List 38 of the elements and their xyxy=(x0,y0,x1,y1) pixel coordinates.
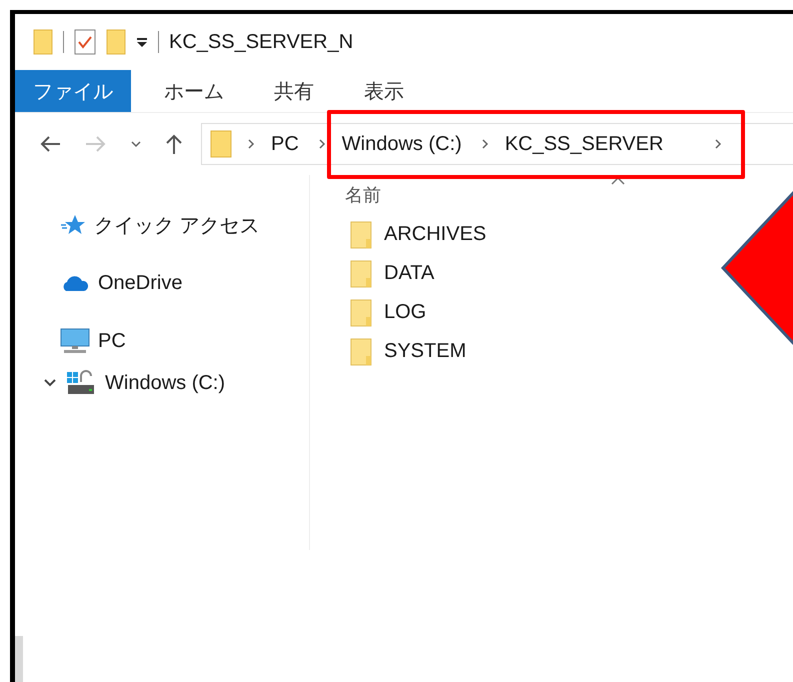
ribbon-tab[interactable]: ホーム xyxy=(139,70,249,112)
drive-icon xyxy=(65,370,97,396)
up-arrow-icon[interactable] xyxy=(165,133,183,155)
folder-icon xyxy=(350,298,372,326)
address-bar[interactable]: PC Windows (C:) KC_SS_SERVER xyxy=(201,123,793,165)
nav-item[interactable]: クイック アクセス xyxy=(94,212,260,238)
folder-icon xyxy=(350,260,372,288)
chevron-right-icon[interactable] xyxy=(482,139,489,149)
breadcrumb[interactable]: Windows (C:) xyxy=(342,132,462,156)
folder-name[interactable]: DATA xyxy=(384,262,434,285)
ribbon-tab[interactable]: 表示 xyxy=(339,70,429,112)
folder-icon xyxy=(350,338,372,366)
checklist-icon[interactable] xyxy=(74,29,96,55)
column-header[interactable]: 名前 xyxy=(345,183,381,207)
chevron-down-icon[interactable] xyxy=(131,140,141,148)
ribbon-tab[interactable]: 共有 xyxy=(249,70,339,112)
back-arrow-icon[interactable] xyxy=(39,135,61,153)
chevron-down-icon[interactable] xyxy=(43,378,57,388)
folder-icon xyxy=(210,130,232,158)
breadcrumb[interactable]: KC_SS_SERVER xyxy=(504,132,664,156)
nav-item[interactable]: PC xyxy=(98,330,126,352)
folder-icon xyxy=(350,220,372,248)
breadcrumb[interactable]: PC xyxy=(271,132,299,156)
sort-caret-icon xyxy=(611,177,625,185)
dropdown-icon[interactable] xyxy=(136,36,148,48)
folder-name[interactable]: ARCHIVES xyxy=(384,223,486,246)
nav-item[interactable]: Windows (C:) xyxy=(105,372,226,394)
folder-name[interactable]: SYSTEM xyxy=(384,340,466,363)
chevron-right-icon[interactable] xyxy=(318,139,326,149)
star-icon xyxy=(60,214,86,236)
chevron-right-icon[interactable] xyxy=(248,139,255,149)
chevron-right-icon[interactable] xyxy=(715,139,722,149)
monitor-icon xyxy=(60,328,90,354)
nav-item[interactable]: OneDrive xyxy=(98,272,182,294)
scrollbar-thumb[interactable] xyxy=(15,636,23,682)
ribbon-tab[interactable]: ファイル xyxy=(15,70,131,112)
folder-name[interactable]: LOG xyxy=(384,301,426,324)
window-title: KC_SS_SERVER_N xyxy=(169,30,354,54)
